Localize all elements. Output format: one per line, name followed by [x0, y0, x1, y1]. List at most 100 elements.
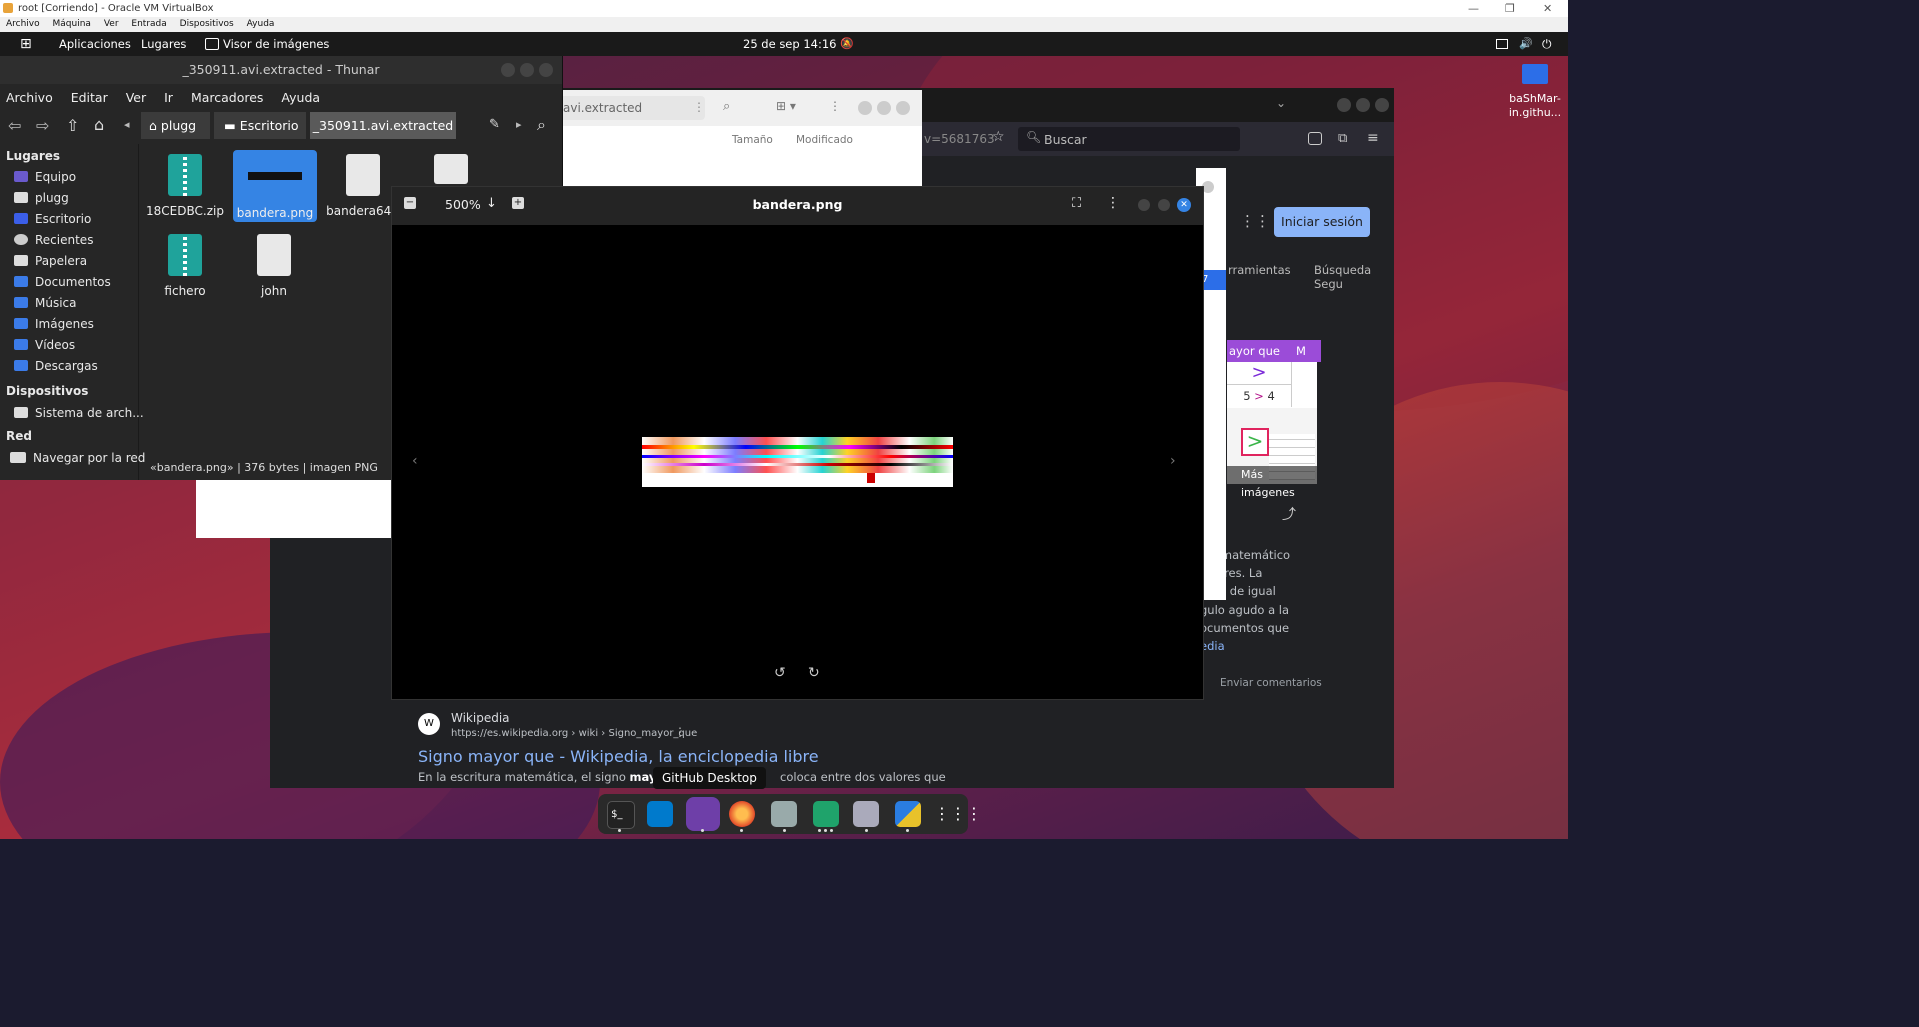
url-fragment[interactable]: v=5681763 [924, 132, 995, 146]
host-menu-dispositivos[interactable]: Dispositivos [180, 19, 234, 29]
applications-menu[interactable]: Aplicaciones [59, 32, 131, 56]
view-grid-icon[interactable]: ⊞ ▾ [776, 99, 796, 113]
close-icon[interactable]: ✕ [1177, 198, 1191, 212]
image-viewer-icon[interactable] [895, 801, 921, 827]
close-dot-icon[interactable] [896, 101, 910, 115]
active-app-label[interactable]: Visor de imágenes [223, 32, 329, 56]
close-dot-icon[interactable] [539, 63, 553, 77]
menu-icon[interactable]: ≡ [1367, 130, 1379, 146]
menu-icon[interactable]: ⋮ [1106, 195, 1120, 211]
up-icon[interactable]: ⇧ [66, 116, 79, 135]
file-item[interactable]: john [232, 234, 316, 298]
minimize-dot-icon[interactable] [1138, 199, 1150, 211]
snippet-link[interactable]: edia [1200, 637, 1290, 655]
edit-path-icon[interactable]: ✎ [489, 117, 500, 132]
minimize-dot-icon[interactable] [858, 101, 872, 115]
menu-icon[interactable]: ⋮ [829, 99, 841, 113]
sidebar-item-videos[interactable]: Vídeos [14, 335, 75, 355]
github-desktop-icon[interactable] [686, 797, 720, 831]
scroll-left-icon[interactable]: ◂ [124, 118, 130, 131]
sidebar-item-escritorio[interactable]: Escritorio [14, 209, 91, 229]
sidebar-item-musica[interactable]: Música [14, 293, 77, 313]
more-images-link[interactable]: Más imágenes [1227, 466, 1317, 499]
notifications-off-icon[interactable]: 🔕 [840, 32, 854, 56]
bg-path-bar[interactable]: avi.extracted ⋮ [555, 96, 705, 120]
result-url[interactable]: https://es.wikipedia.org › wiki › Signo_… [451, 728, 697, 739]
files-icon[interactable] [771, 801, 797, 827]
host-menu-ver[interactable]: Ver [104, 19, 119, 29]
sidebar-item-imagenes[interactable]: Imágenes [14, 314, 94, 334]
maximize-dot-icon[interactable] [1356, 98, 1370, 112]
crumb-plugg[interactable]: ⌂ plugg [141, 112, 210, 139]
sidebar-item-recientes[interactable]: Recientes [14, 230, 93, 250]
menu-ir[interactable]: Ir [164, 90, 173, 105]
login-button[interactable]: Iniciar sesión [1274, 207, 1370, 237]
chevron-down-icon[interactable]: ⌄ [1276, 96, 1286, 110]
close-icon[interactable]: ✕ [1543, 0, 1552, 17]
minimize-dot-icon[interactable] [501, 63, 515, 77]
firefox-icon[interactable] [729, 801, 755, 827]
fullscreen-icon[interactable]: ⛶ [1072, 196, 1081, 211]
more-icon[interactable]: ⋮ [693, 100, 705, 114]
col-modified[interactable]: Modificado [796, 134, 853, 146]
sidebar-item-documentos[interactable]: Documentos [14, 272, 111, 292]
screen-icon[interactable] [1496, 39, 1508, 49]
minimize-icon[interactable]: — [1468, 0, 1479, 17]
forward-icon[interactable]: ⇨ [36, 116, 49, 135]
back-icon[interactable]: ⇦ [8, 116, 21, 135]
maximize-dot-icon[interactable] [877, 101, 891, 115]
result-site[interactable]: Wikipedia [451, 711, 510, 725]
sidebar-item-browse-network[interactable]: Navegar por la red [10, 448, 145, 468]
app-grid-icon[interactable]: ⋮⋮⋮ [934, 801, 982, 827]
host-menu-entrada[interactable]: Entrada [131, 19, 166, 29]
desktop-folder[interactable]: baShMar-in.githu... [1505, 64, 1565, 120]
sidebar-item-papelera[interactable]: Papelera [14, 251, 87, 271]
pocket-icon[interactable] [1308, 132, 1322, 145]
file-item[interactable]: fichero [143, 234, 227, 298]
scroll-right-icon[interactable]: ▸ [516, 118, 522, 131]
crumb-current[interactable]: _350911.avi.extracted [310, 112, 456, 139]
next-image-icon[interactable]: › [1170, 453, 1176, 469]
menu-archivo[interactable]: Archivo [6, 90, 53, 105]
feedback-link[interactable]: Enviar comentarios [1220, 677, 1322, 689]
rotate-left-icon[interactable]: ↺ [774, 665, 786, 681]
result-more-icon[interactable]: ⋮ [674, 725, 686, 739]
file-item[interactable]: 18CEDBC.zip [143, 154, 227, 218]
places-menu[interactable]: Lugares [141, 32, 186, 56]
search-icon[interactable]: ⌕ [537, 115, 546, 135]
share-icon[interactable]: ⤴ [1282, 504, 1296, 524]
power-icon[interactable]: ⏻ [1542, 32, 1552, 56]
menu-marcadores[interactable]: Marcadores [191, 90, 264, 105]
sidebar-item-filesystem[interactable]: Sistema de arch... [14, 403, 144, 423]
text-file-icon[interactable] [434, 154, 468, 184]
files2-icon[interactable] [853, 801, 879, 827]
terminal-icon[interactable]: $_ [607, 801, 635, 829]
tab-safe-search[interactable]: Búsqueda Segu [1314, 263, 1394, 291]
yubikey-icon[interactable] [813, 801, 839, 827]
sidebar-item-plugg[interactable]: plugg [14, 188, 69, 208]
host-menu-ayuda[interactable]: Ayuda [247, 19, 275, 29]
maximize-dot-icon[interactable] [1158, 199, 1170, 211]
volume-icon[interactable]: 🔊 [1519, 32, 1533, 56]
restore-icon[interactable]: ❐ [1505, 0, 1515, 17]
maximize-dot-icon[interactable] [520, 63, 534, 77]
menu-ver[interactable]: Ver [126, 90, 146, 105]
close-dot-icon[interactable] [1375, 98, 1389, 112]
host-menu-maquina[interactable]: Máquina [53, 19, 91, 29]
sidebar-item-descargas[interactable]: Descargas [14, 356, 98, 376]
home-icon[interactable]: ⌂ [94, 115, 104, 134]
activities-grid-icon[interactable]: ⊞ [20, 32, 32, 56]
file-item-selected[interactable]: bandera.png [233, 150, 317, 222]
sidebar-item-equipo[interactable]: Equipo [14, 167, 76, 187]
clock[interactable]: 25 de sep 14:16 [743, 32, 836, 56]
previous-image-icon[interactable]: ‹ [412, 453, 418, 469]
vscode-icon[interactable] [647, 801, 673, 827]
crumb-escritorio[interactable]: ▬ Escritorio [214, 112, 306, 139]
extensions-icon[interactable]: ⧉ [1338, 131, 1347, 146]
search-icon[interactable]: ⌕ [723, 99, 730, 114]
result-title[interactable]: Signo mayor que - Wikipedia, la enciclop… [418, 747, 819, 766]
host-menu-archivo[interactable]: Archivo [6, 19, 40, 29]
menu-ayuda[interactable]: Ayuda [281, 90, 320, 105]
search-bar[interactable]: 🔍︎ Buscar [1018, 127, 1240, 151]
bookmark-star-icon[interactable]: ☆ [992, 129, 1005, 145]
